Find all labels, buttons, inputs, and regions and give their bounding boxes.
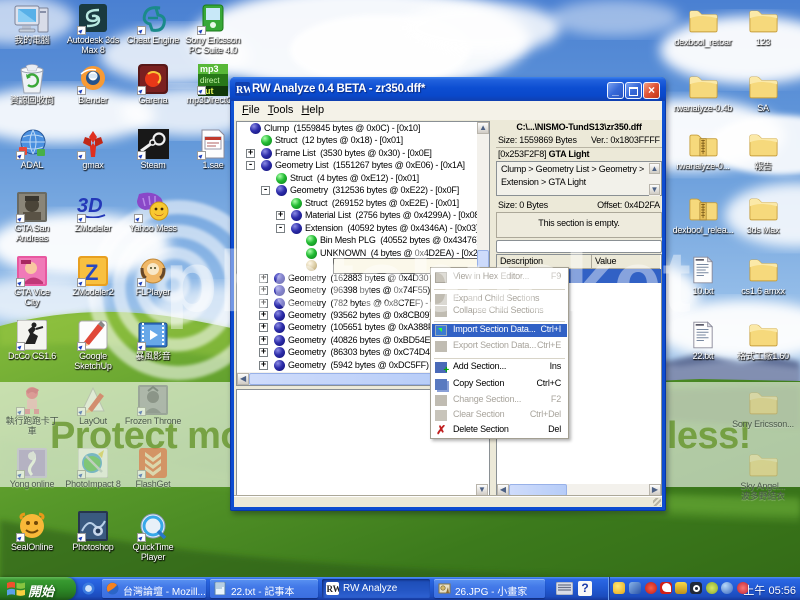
svg-text:Z: Z [85,260,98,285]
svg-text:RW: RW [236,85,250,96]
svg-text:direct: direct [200,76,220,85]
svg-text:mp3: mp3 [200,64,219,74]
svg-text:RW: RW [327,584,340,594]
